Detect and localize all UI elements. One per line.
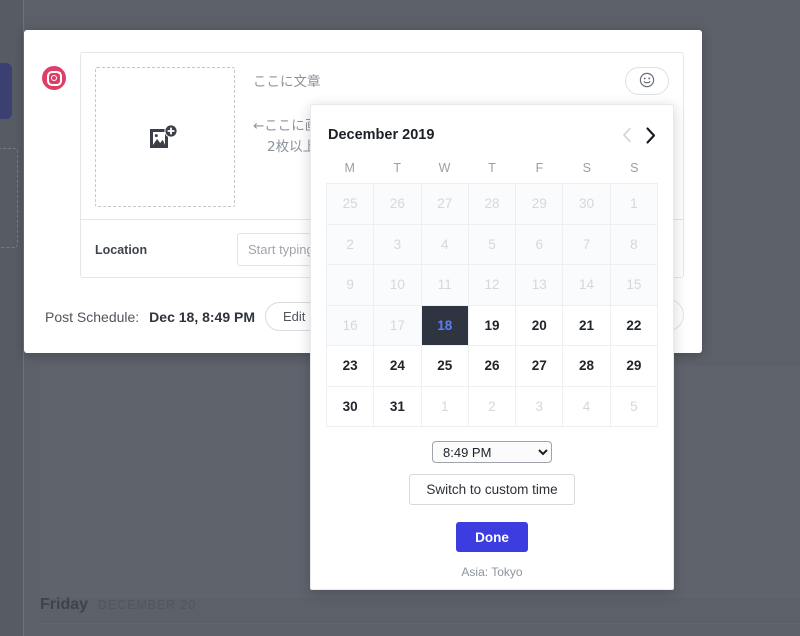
day-cell[interactable]: 23 <box>327 346 375 387</box>
day-cell[interactable]: 29 <box>610 346 658 387</box>
day-cell: 13 <box>516 265 564 306</box>
day-cell[interactable]: 28 <box>563 346 611 387</box>
day-cell[interactable]: 24 <box>374 346 422 387</box>
time-select[interactable]: 8:49 PM <box>432 441 552 463</box>
day-cell: 30 <box>563 184 611 225</box>
day-cell: 17 <box>374 305 422 346</box>
datepicker-footer: 8:49 PM Switch to custom time Done Asia:… <box>326 441 658 579</box>
day-cell[interactable]: 19 <box>468 305 517 346</box>
day-name: Friday <box>40 596 89 613</box>
day-cell: 16 <box>327 305 375 346</box>
media-dropzone[interactable] <box>95 67 235 207</box>
datepicker-day-grid: 25 26 27 28 29 30 1 2 3 4 5 6 7 8 9 10 11 12 13 14 15 16 17 18 1… <box>326 183 658 427</box>
day-cell[interactable]: 30 <box>327 386 375 427</box>
day-cell: 1 <box>610 184 658 225</box>
day-cell: 4 <box>421 224 469 265</box>
day-cell: 27 <box>421 184 469 225</box>
day-cell: 2 <box>327 224 375 265</box>
day-cell[interactable]: 26 <box>468 346 517 387</box>
day-cell: 4 <box>563 386 611 427</box>
day-cell[interactable]: 31 <box>374 386 422 427</box>
day-cell: 28 <box>468 184 517 225</box>
instagram-icon <box>42 66 66 90</box>
done-button[interactable]: Done <box>456 522 528 552</box>
weekday-label: S <box>582 161 592 175</box>
day-cell[interactable]: 25 <box>421 346 469 387</box>
weekday-label: S <box>630 161 639 175</box>
accent-pill <box>0 63 12 119</box>
day-date: DECEMBER 20 <box>98 598 197 612</box>
day-cell: 14 <box>563 265 611 306</box>
post-schedule-label: Post Schedule: <box>45 308 140 325</box>
datepicker-month-title: December 2019 <box>328 127 435 143</box>
datepicker-popover: December 2019 MTWTFSS 25 26 27 28 29 30 1 2 3 4 5 6… <box>310 104 674 590</box>
weekday-label: M <box>344 161 355 175</box>
weekday-label: W <box>438 161 451 175</box>
day-header: Friday DECEMBER 20 <box>40 596 196 614</box>
weekday-label: T <box>488 161 496 175</box>
day-cell: 3 <box>374 224 422 265</box>
day-cell: 11 <box>421 265 469 306</box>
day-cell: 5 <box>468 224 517 265</box>
day-cell: 26 <box>374 184 422 225</box>
day-cell: 3 <box>516 386 564 427</box>
day-cell: 6 <box>516 224 564 265</box>
day-cell: 29 <box>516 184 564 225</box>
day-cell: 5 <box>610 386 658 427</box>
day-cell: 9 <box>327 265 375 306</box>
day-cell[interactable]: 27 <box>516 346 564 387</box>
day-cell: 8 <box>610 224 658 265</box>
post-schedule-row: Post Schedule: Dec 18, 8:49 PM Edit <box>45 302 324 331</box>
day-cell[interactable]: 22 <box>610 305 658 346</box>
day-cell[interactable]: 21 <box>563 305 611 346</box>
chevron-right-icon[interactable] <box>645 126 656 144</box>
smiley-icon <box>639 72 655 91</box>
weekday-label: F <box>535 161 544 175</box>
divider <box>40 623 800 624</box>
add-image-icon <box>150 124 180 150</box>
weekday-label: T <box>393 161 401 175</box>
post-schedule-value: Dec 18, 8:49 PM <box>149 308 256 325</box>
caption-placeholder[interactable]: ここに文章 <box>253 72 669 92</box>
emoji-picker-button[interactable] <box>625 67 669 95</box>
day-cell[interactable]: 20 <box>516 305 564 346</box>
chevron-left-icon[interactable] <box>622 127 632 143</box>
day-cell: 25 <box>327 184 375 225</box>
day-cell: 7 <box>563 224 611 265</box>
switch-custom-time-button[interactable]: Switch to custom time <box>409 474 575 505</box>
datepicker-header: December 2019 <box>326 119 658 147</box>
day-cell: 15 <box>610 265 658 306</box>
timezone-label: Asia: Tokyo <box>461 565 523 579</box>
day-cell-selected[interactable]: 18 <box>421 305 469 346</box>
day-cell: 2 <box>468 386 517 427</box>
day-cell: 12 <box>468 265 517 306</box>
datepicker-weekday-header: MTWTFSS <box>326 161 658 175</box>
dashed-placeholder-box <box>0 148 18 248</box>
day-cell: 1 <box>421 386 469 427</box>
location-label: Location <box>95 242 148 257</box>
day-cell: 10 <box>374 265 422 306</box>
datepicker-nav <box>622 126 656 144</box>
